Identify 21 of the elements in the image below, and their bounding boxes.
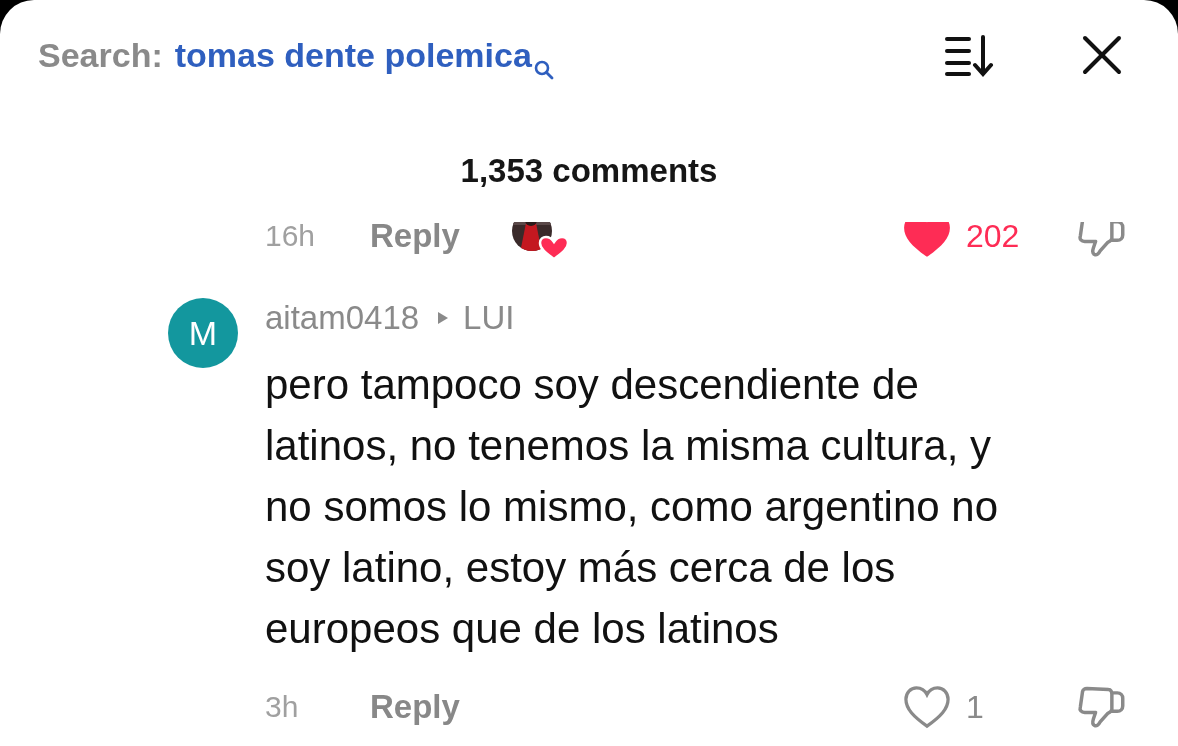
dislike-icon[interactable] [1076,222,1126,258]
dislike-icon[interactable] [1076,685,1126,729]
comment-time: 3h [265,690,300,724]
reply-link[interactable]: Reply [370,688,460,726]
comment-time: 16h [265,222,317,253]
sort-icon[interactable] [944,33,996,77]
user-avatar[interactable]: M [168,298,238,368]
heart-icon[interactable] [902,684,952,730]
close-icon[interactable] [1082,35,1122,75]
like-count: 202 [966,222,1021,255]
search-icon [533,60,554,80]
search-query[interactable]: tomas dente polemica [174,35,532,75]
heart-icon[interactable] [902,222,952,259]
comment-text: pero tampoco soy descendiente de latinos, no tenemos la misma cultura, y no somos lo mismo, como argentino no soy latino, estoy más cerca de los europeos que de los latinos [265,360,999,654]
comment-count: 1,353 comments [459,151,719,191]
triangle-icon [437,311,450,325]
search-label: Search: [38,35,163,75]
username[interactable]: aitam0418 [265,299,420,337]
reply-link[interactable]: Reply [370,222,460,255]
like-count: 1 [966,688,985,726]
reply-to-username[interactable]: LUI [463,299,515,337]
